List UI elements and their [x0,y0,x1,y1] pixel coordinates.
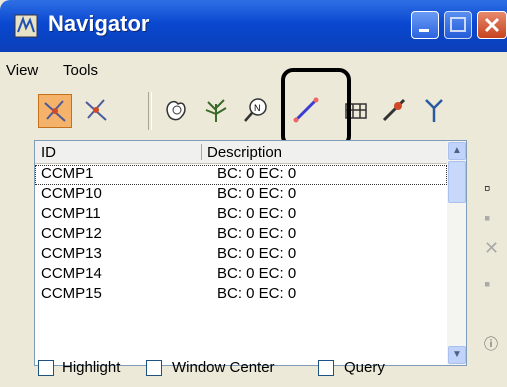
new-window-icon[interactable]: ▫ [484,178,490,199]
row-id: CCMP1 [41,165,94,182]
list-item[interactable]: CCMP11 BC: 0 EC: 0 [35,205,447,225]
close-button[interactable] [477,11,507,39]
window-center-checkbox[interactable] [146,360,162,376]
search-button[interactable]: N [240,94,274,128]
window-title: Navigator [48,11,150,36]
row-id: CCMP15 [41,285,102,302]
title-bar[interactable]: Navigator [0,0,507,52]
branch-button[interactable] [418,94,452,128]
search-icon: N [244,98,267,122]
tool-mode-button[interactable] [80,94,114,128]
maximize-icon [450,17,466,32]
list-item[interactable]: CCMP14 BC: 0 EC: 0 [35,265,447,285]
view-mode-icon [44,100,66,122]
column-header-id[interactable]: ID [41,144,56,161]
toolbar: N [0,86,507,138]
row-description: BC: 0 EC: 0 [217,165,297,182]
delete-icon[interactable]: ✕ [484,238,499,259]
row-description: BC: 0 EC: 0 [217,205,297,222]
menu-tools[interactable]: Tools [63,62,98,79]
feature-list[interactable]: ID Description CCMP1 BC: 0 EC: 0 CCMP10 BC… [34,140,467,366]
area-button[interactable] [160,94,194,128]
row-description: BC: 0 EC: 0 [217,265,297,282]
pin-button[interactable] [378,94,412,128]
tree-icon [205,99,227,122]
tool-mode-icon [85,99,107,121]
pin-icon [382,98,406,122]
branch-icon [425,99,443,122]
menu-view[interactable]: View [6,62,38,79]
menu-bar: View Tools [0,52,507,86]
row-id: CCMP14 [41,265,102,282]
vertical-scrollbar[interactable]: ▲ ▼ [447,141,466,365]
area-icon [166,100,186,121]
tree-button[interactable] [200,94,234,128]
scroll-thumb[interactable] [448,161,466,203]
row-description: BC: 0 EC: 0 [217,185,297,202]
copy-icon[interactable]: ▪ [484,208,490,229]
svg-text:N: N [254,103,261,113]
row-description: BC: 0 EC: 0 [217,225,297,242]
list-header: ID Description [35,141,447,164]
paste-icon[interactable]: ▪ [484,274,490,295]
minimize-icon [419,29,429,32]
scroll-up-icon[interactable]: ▲ [448,142,466,160]
row-description: BC: 0 EC: 0 [217,245,297,262]
navigator-app-icon [14,14,38,38]
window-center-label: Window Center [172,359,275,376]
scroll-down-icon[interactable]: ▼ [448,346,466,364]
column-header-description[interactable]: Description [207,144,282,161]
minimize-button[interactable] [411,11,439,39]
list-item[interactable]: CCMP1 BC: 0 EC: 0 [35,165,447,185]
callout-box [281,68,351,148]
column-separator[interactable] [201,144,202,160]
row-id: CCMP12 [41,225,102,242]
list-item[interactable]: CCMP12 BC: 0 EC: 0 [35,225,447,245]
maximize-button[interactable] [444,11,472,39]
highlight-checkbox[interactable] [38,360,54,376]
info-icon[interactable]: ⓘ [484,334,498,354]
query-label: Query [344,359,385,376]
row-id: CCMP11 [41,205,101,222]
row-id: CCMP13 [41,245,102,262]
row-id: CCMP10 [41,185,102,202]
query-checkbox[interactable] [318,360,334,376]
list-item[interactable]: CCMP10 BC: 0 EC: 0 [35,185,447,205]
toolbar-separator [148,92,152,130]
row-description: BC: 0 EC: 0 [217,285,297,302]
list-item[interactable]: CCMP13 BC: 0 EC: 0 [35,245,447,265]
view-mode-button[interactable] [38,94,72,128]
list-item[interactable]: CCMP15 BC: 0 EC: 0 [35,285,447,305]
highlight-label: Highlight [62,359,121,376]
close-icon [484,17,500,33]
